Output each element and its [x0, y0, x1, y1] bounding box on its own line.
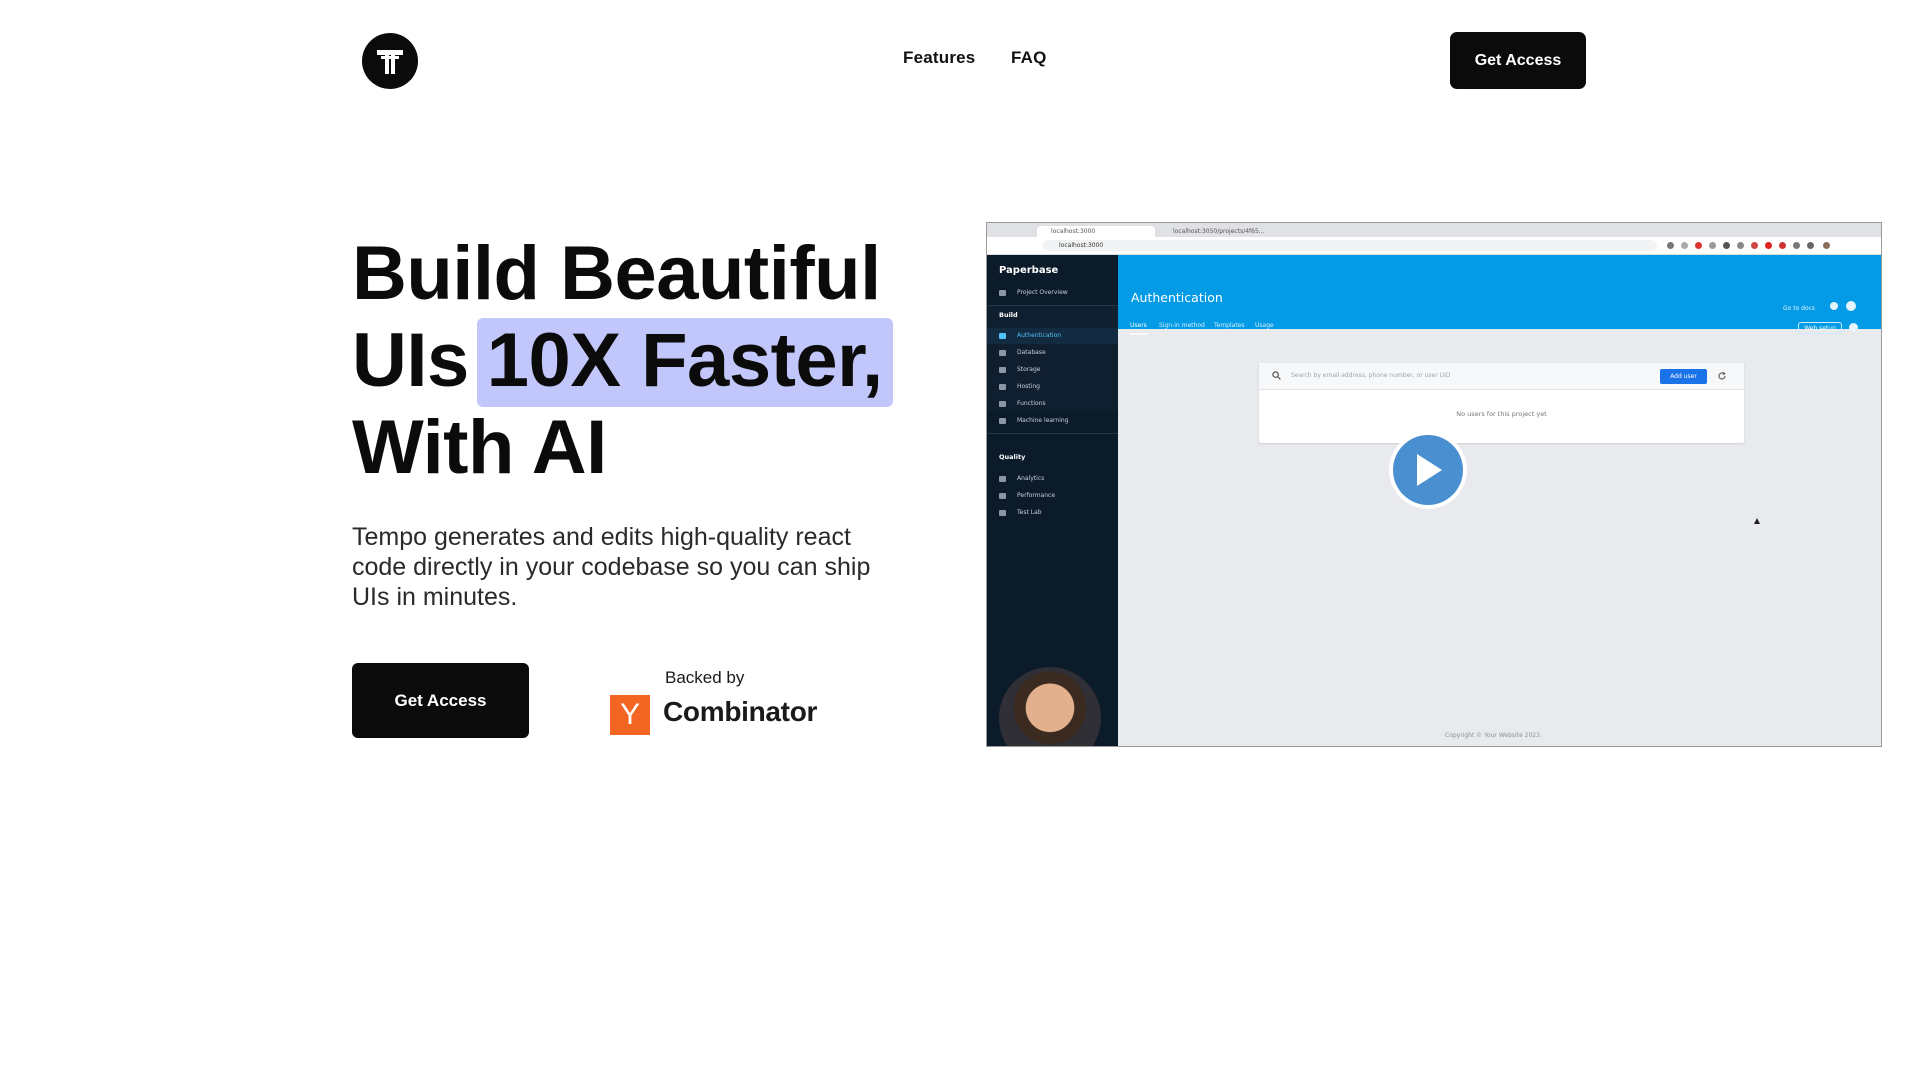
performance-icon	[999, 493, 1006, 499]
presenter-webcam	[999, 667, 1101, 746]
people-icon	[999, 333, 1006, 339]
web-setup-button: Web setup	[1798, 322, 1842, 334]
yc-logo-icon: Y	[610, 695, 650, 735]
sidebar-item-analytics: Analytics	[987, 471, 1118, 487]
extension-icon	[1765, 242, 1772, 249]
hero-subtext: Tempo generates and edits high-quality r…	[352, 523, 871, 611]
app-header: Go to docs Authentication Web setup User…	[1118, 255, 1881, 335]
app-brand: Paperbase	[999, 265, 1059, 276]
sidebar-divider	[987, 433, 1118, 434]
tempo-logo-icon	[377, 50, 403, 74]
sidebar-item-machine-learning: Machine learning	[987, 413, 1118, 429]
browser-tab-2: localhost:3050/projects/4f65...	[1173, 228, 1265, 235]
play-icon	[1417, 454, 1442, 486]
nav-link-features[interactable]: Features	[903, 48, 975, 68]
home-icon	[999, 290, 1006, 296]
extension-icon	[1695, 242, 1702, 249]
sidebar-item-project-overview: Project Overview	[987, 285, 1118, 301]
functions-icon	[999, 401, 1006, 407]
sidebar-item-database: Database	[987, 345, 1118, 361]
avatar	[1846, 301, 1856, 311]
tempo-logo[interactable]	[362, 33, 418, 89]
browser-url-bar: localhost:3000	[1043, 240, 1657, 251]
play-button[interactable]	[1389, 431, 1467, 509]
refresh-icon	[1718, 371, 1726, 380]
sidebar-item-hosting: Hosting	[987, 379, 1118, 395]
browser-tab-1: localhost:3000	[1037, 226, 1155, 237]
ml-icon	[999, 418, 1006, 424]
extension-icon	[1723, 242, 1730, 249]
app-tab-templates: Templates	[1214, 322, 1245, 329]
backed-by-yc[interactable]: Backed by Y Combinator	[610, 668, 822, 740]
sidebar-item-functions: Functions	[987, 396, 1118, 412]
nav-get-access-button[interactable]: Get Access	[1450, 32, 1586, 89]
analytics-icon	[999, 476, 1006, 482]
headline-highlight: 10X Faster,	[476, 318, 893, 407]
sidebar-heading-build: Build	[999, 311, 1018, 319]
storage-icon	[999, 367, 1006, 373]
database-icon	[999, 350, 1006, 356]
headline-uis: UIs	[352, 318, 469, 403]
users-card: Search by email address, phone number, o…	[1259, 363, 1744, 443]
app-sidebar: Paperbase Project Overview Build Authent…	[987, 255, 1118, 746]
go-to-docs-link: Go to docs	[1783, 305, 1816, 312]
bell-icon	[1830, 302, 1838, 310]
hero-get-access-button[interactable]: Get Access	[352, 663, 529, 738]
extension-icon	[1793, 242, 1800, 249]
users-empty-message: No users for this project yet	[1456, 410, 1547, 418]
app-tab-sign-in-method: Sign-in method	[1159, 322, 1205, 329]
app-page-title: Authentication	[1131, 290, 1223, 305]
extension-icon	[1709, 242, 1716, 249]
test-lab-icon	[999, 510, 1006, 516]
sidebar-heading-quality: Quality	[999, 453, 1026, 461]
browser-tab-strip: localhost:3000 localhost:3050/projects/4…	[987, 223, 1881, 237]
backed-by-label: Backed by	[665, 668, 745, 687]
browser-toolbar: localhost:3000	[987, 237, 1881, 255]
extension-icon	[1737, 242, 1744, 249]
yc-name: Combinator	[663, 696, 818, 727]
add-user-button: Add user	[1660, 369, 1707, 384]
demo-video[interactable]: localhost:3000 localhost:3050/projects/4…	[986, 222, 1882, 747]
help-icon	[1849, 323, 1858, 332]
play-icon-circle	[1393, 435, 1463, 505]
extension-icon	[1779, 242, 1786, 249]
users-search-bar: Search by email address, phone number, o…	[1259, 363, 1744, 390]
hosting-icon	[999, 384, 1006, 390]
app-tab-usage: Usage	[1255, 322, 1274, 329]
sidebar-item-authentication: Authentication	[987, 328, 1118, 344]
hero-headline: Build Beautiful UIs 10X Faster, With AI	[352, 230, 893, 491]
extension-icon	[1681, 242, 1688, 249]
users-search-placeholder: Search by email address, phone number, o…	[1291, 372, 1451, 379]
mouse-cursor-icon	[1754, 518, 1760, 524]
sidebar-item-test-lab: Test Lab	[987, 505, 1118, 521]
headline-line-3: With AI	[352, 405, 607, 490]
extension-icon	[1751, 242, 1758, 249]
headline-line-2: UIs 10X Faster,	[352, 317, 893, 407]
nav-link-faq[interactable]: FAQ	[1011, 48, 1047, 68]
profile-avatar-icon	[1823, 242, 1830, 249]
app-copyright: Copyright © Your Website 2023.	[1445, 732, 1542, 739]
active-tab-indicator	[1130, 333, 1148, 335]
search-icon	[1272, 371, 1281, 380]
sidebar-item-performance: Performance	[987, 488, 1118, 504]
headline-line-1: Build Beautiful	[352, 231, 881, 316]
extension-icon	[1807, 242, 1814, 249]
app-tab-users: Users	[1130, 322, 1147, 329]
sidebar-item-storage: Storage	[987, 362, 1118, 378]
extension-icon	[1667, 242, 1674, 249]
